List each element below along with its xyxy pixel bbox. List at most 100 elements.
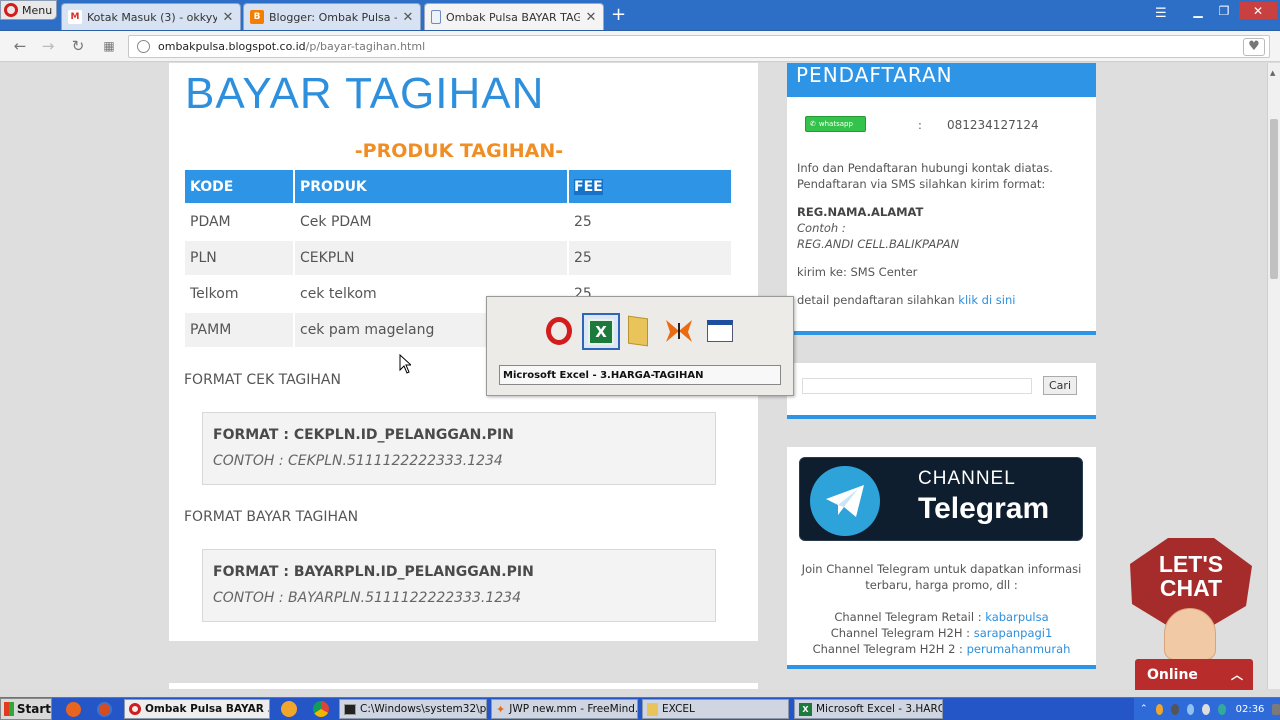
tray-network-icon[interactable] xyxy=(1186,703,1195,715)
tab-menu-icon[interactable]: ☰ xyxy=(1155,7,1171,21)
page-scrollbar[interactable]: ▲ xyxy=(1267,63,1280,689)
table-row: PLN CEKPLN 25 xyxy=(185,241,731,275)
search-button[interactable]: Cari xyxy=(1043,376,1077,395)
lets-chat-text: LET'S CHAT xyxy=(1158,551,1224,601)
search-input[interactable] xyxy=(802,378,1032,394)
tab-label: Ombak Pulsa BAYAR TAGIHA xyxy=(446,10,580,24)
widget-divider xyxy=(787,665,1096,669)
system-tray: ⌃ 02:36 xyxy=(1134,698,1280,720)
detail-line: detail pendaftaran silahkan klik di sini xyxy=(797,293,1016,307)
reg-format-block: REG.NAMA.ALAMAT Contoh : REG.ANDI CELL.B… xyxy=(797,205,960,251)
opera-icon[interactable] xyxy=(544,315,574,347)
tab-gmail[interactable]: M Kotak Masuk (3) - okkyypan ✕ xyxy=(61,3,241,30)
channel-link[interactable]: kabarpulsa xyxy=(985,610,1048,624)
colon-separator: : xyxy=(918,118,922,132)
column-header-kode: KODE xyxy=(185,170,293,203)
tray-settings-icon[interactable] xyxy=(1272,703,1280,715)
taskbar-item-excel-folder[interactable]: EXCEL xyxy=(642,699,789,719)
klik-di-sini-link[interactable]: klik di sini xyxy=(958,293,1015,307)
tray-security-icon[interactable] xyxy=(1217,703,1226,715)
excel-icon[interactable]: X xyxy=(582,313,620,350)
telegram-channel-banner[interactable]: CHANNEL Telegram xyxy=(799,457,1083,541)
switcher-window-label: Microsoft Excel - 3.HARGA-TAGIHAN xyxy=(499,365,781,385)
telegram-widget: CHANNEL Telegram Join Channel Telegram u… xyxy=(787,447,1096,669)
next-post-card xyxy=(169,683,758,689)
windows-logo-icon xyxy=(4,702,14,716)
folder-icon[interactable] xyxy=(623,315,653,347)
folder-icon xyxy=(647,702,658,716)
cell-kode: Telkom xyxy=(190,286,239,302)
column-header-fee: FEE xyxy=(569,170,731,203)
column-header-produk: PRODUK xyxy=(295,170,567,203)
whatsapp-badge[interactable]: ✆ whatsapp xyxy=(805,116,866,132)
tray-usb-icon[interactable] xyxy=(1171,703,1179,715)
hand-icon xyxy=(1164,608,1216,660)
url-field[interactable]: ombakpulsa.blogspot.co.id/p/bayar-tagiha… xyxy=(128,35,1270,58)
settings-gear-icon[interactable] xyxy=(281,701,297,717)
start-button[interactable]: Start xyxy=(0,698,52,720)
scrollbar-thumb[interactable] xyxy=(1270,119,1278,279)
format-bayar-line: FORMAT : BAYARPLN.ID_PELANGGAN.PIN xyxy=(213,564,534,580)
chevron-up-icon[interactable]: ︿ xyxy=(1231,666,1243,683)
online-chat-tab[interactable]: Online ︿ xyxy=(1135,659,1253,690)
firefox-icon[interactable] xyxy=(66,702,81,717)
cell-fee: 25 xyxy=(569,241,731,275)
restore-icon[interactable]: ❐ xyxy=(1211,2,1237,19)
close-tab-icon[interactable]: ✕ xyxy=(585,10,597,25)
page-title: BAYAR TAGIHAN xyxy=(185,69,545,118)
cmd-icon xyxy=(344,703,356,715)
phone-number: 081234127124 xyxy=(947,118,1039,132)
chrome-icon[interactable] xyxy=(313,701,329,717)
format-bayar-example: CONTOH : BAYARPLN.5111122222333.1234 xyxy=(213,590,521,606)
kirim-ke-text: kirim ke: SMS Center xyxy=(797,265,918,279)
format-cek-box: FORMAT : CEKPLN.ID_PELANGGAN.PIN CONTOH … xyxy=(202,412,716,485)
new-tab-plus-icon[interactable]: + xyxy=(611,6,627,24)
banner-telegram-text: Telegram xyxy=(918,492,1050,525)
site-info-icon[interactable] xyxy=(137,40,150,53)
tray-expand-icon[interactable]: ⌃ xyxy=(1140,704,1148,714)
windows-taskbar: Start Ombak Pulsa BAYAR ... C:\Windows\s… xyxy=(0,697,1280,720)
close-tab-icon[interactable]: ✕ xyxy=(222,10,234,25)
tab-label: Kotak Masuk (3) - okkyypan xyxy=(87,10,217,24)
blogger-icon: B xyxy=(250,10,264,24)
cell-produk: Cek PDAM xyxy=(300,214,372,230)
tab-ombak-pulsa[interactable]: Ombak Pulsa BAYAR TAGIHA ✕ xyxy=(424,3,604,30)
taskbar-item-cmd[interactable]: C:\Windows\system32\pi... xyxy=(339,699,487,719)
excel-icon: X xyxy=(799,702,812,716)
firefox-alt-icon[interactable] xyxy=(97,702,112,717)
format-bayar-label: FORMAT BAYAR TAGIHAN xyxy=(184,509,359,525)
tray-app-icon[interactable] xyxy=(1155,703,1164,715)
gmail-icon: M xyxy=(68,10,82,24)
pendaftaran-title: PENDAFTARAN xyxy=(787,63,1096,97)
cell-fee: 25 xyxy=(574,214,592,230)
taskbar-item-freemind[interactable]: ✦ JWP new.mm - FreeMind... xyxy=(491,699,638,719)
tray-volume-icon[interactable] xyxy=(1202,703,1210,715)
close-tab-icon[interactable]: ✕ xyxy=(402,10,414,25)
window-switcher: X Microsoft Excel - 3.HARGA-TAGIHAN xyxy=(486,296,794,396)
list-item: Channel Telegram H2H : sarapanpagi1 xyxy=(830,626,1053,640)
channel-link[interactable]: sarapanpagi1 xyxy=(974,626,1053,640)
product-heading: -PRODUK TAGIHAN- xyxy=(354,140,564,162)
tab-blogger[interactable]: B Blogger: Ombak Pulsa - Sem ✕ xyxy=(243,3,421,30)
taskbar-item-opera[interactable]: Ombak Pulsa BAYAR ... xyxy=(124,699,270,719)
freemind-icon[interactable] xyxy=(664,315,694,347)
close-window-icon[interactable]: ✕ xyxy=(1239,2,1277,19)
opera-menu-button[interactable]: Menu xyxy=(0,0,57,20)
freemind-icon: ✦ xyxy=(496,702,506,716)
address-bar: ← → ↻ ▦ ombakpulsa.blogspot.co.id/p/baya… xyxy=(0,31,1280,62)
reload-icon[interactable]: ↻ xyxy=(68,36,88,56)
speed-dial-grid-icon[interactable]: ▦ xyxy=(99,36,119,56)
cell-kode: PAMM xyxy=(185,313,293,347)
channel-link[interactable]: perumahanmurah xyxy=(967,642,1071,656)
widget-divider xyxy=(787,415,1096,419)
forward-arrow-icon[interactable]: → xyxy=(38,36,58,56)
scroll-up-icon[interactable]: ▲ xyxy=(1270,69,1278,77)
list-item: Channel Telegram H2H 2 : perumahanmurah xyxy=(812,642,1071,656)
cell-kode: PDAM xyxy=(190,214,231,230)
heart-bookmark-icon[interactable]: ♥ xyxy=(1243,37,1265,56)
taskbar-item-excel[interactable]: X Microsoft Excel - 3.HARG... xyxy=(794,699,943,719)
telegram-icon xyxy=(810,466,880,536)
minimize-icon[interactable]: ▁ xyxy=(1185,2,1211,19)
window-icon[interactable] xyxy=(705,315,735,347)
back-arrow-icon[interactable]: ← xyxy=(10,36,30,56)
